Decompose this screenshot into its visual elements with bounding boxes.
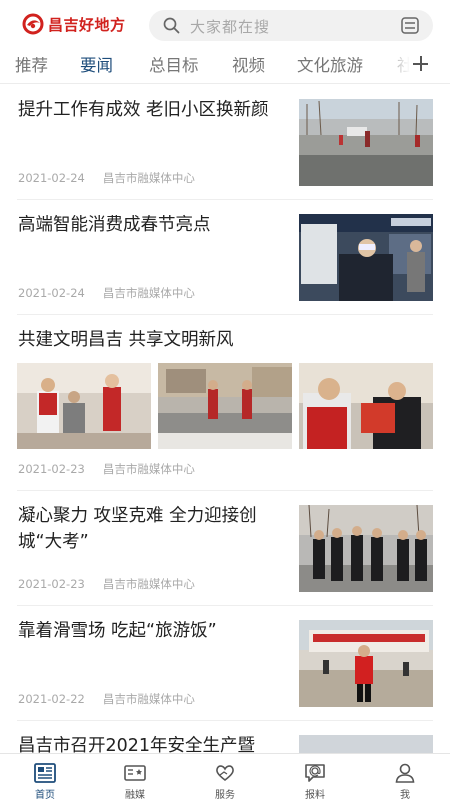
- nav-label: 首页: [35, 790, 55, 800]
- news-date: 2021-02-24: [18, 171, 85, 185]
- news-title[interactable]: 高端智能消费成春节亮点: [18, 212, 286, 238]
- news-item[interactable]: 昌吉市召开2021年安全生产暨: [17, 721, 433, 753]
- news-image[interactable]: [158, 363, 292, 449]
- tab-video[interactable]: 视频: [232, 52, 265, 76]
- news-title[interactable]: 提升工作有成效 老旧小区换新颜: [18, 97, 286, 123]
- meeting-image: [299, 735, 433, 753]
- news-item[interactable]: 靠着滑雪场 吃起“旅游饭” 2021-02-22 昌吉市融媒体中心: [17, 606, 433, 721]
- nav-label: 我: [400, 790, 410, 800]
- news-image[interactable]: [299, 363, 433, 449]
- user-icon: [395, 763, 415, 783]
- search-bar[interactable]: 大家都在搜: [149, 10, 433, 41]
- ski-resort-image: [299, 620, 433, 707]
- news-meta: 2021-02-24 昌吉市融媒体中心: [18, 170, 195, 186]
- volunteers-visit-image: [17, 363, 151, 449]
- logo-mark-icon: [22, 13, 44, 35]
- nav-label: 服务: [215, 790, 235, 800]
- app-logo[interactable]: 昌吉好地方: [22, 13, 126, 35]
- news-source: 昌吉市融媒体中心: [102, 577, 195, 591]
- news-item[interactable]: 凝心聚力 攻坚克难 全力迎接创城“大考” 2021-02-23 昌吉市融媒体中心: [17, 491, 433, 606]
- news-thumbnail[interactable]: [299, 99, 433, 186]
- news-date: 2021-02-23: [18, 577, 85, 591]
- search-icon: [163, 17, 180, 34]
- nav-media[interactable]: 融媒: [90, 754, 180, 800]
- news-item[interactable]: 高端智能消费成春节亮点 2021-02-24 昌吉市融媒体中心: [17, 200, 433, 315]
- tab-headlines[interactable]: 要闻: [80, 52, 113, 76]
- news-date: 2021-02-23: [18, 462, 85, 476]
- news-date: 2021-02-22: [18, 692, 85, 706]
- news-item[interactable]: 提升工作有成效 老旧小区换新颜 2021-02-24 昌吉市融媒体中心: [17, 85, 433, 200]
- newspaper-icon: [34, 763, 56, 783]
- officials-inspection-image: [299, 505, 433, 592]
- couplets-distribution-image: [299, 363, 433, 449]
- electronics-store-image: [299, 214, 433, 301]
- residential-street-image: [299, 99, 433, 186]
- nav-profile[interactable]: 我: [360, 754, 450, 800]
- news-source: 昌吉市融媒体中心: [102, 462, 195, 476]
- news-title[interactable]: 昌吉市召开2021年安全生产暨: [18, 733, 286, 753]
- app-root: 昌吉好地方 大家都在搜 推荐 要闻 总目标 视频 文化旅游 社 提升: [0, 0, 450, 800]
- news-title[interactable]: 共建文明昌吉 共享文明新风: [18, 327, 418, 353]
- news-thumbnail[interactable]: [299, 735, 433, 753]
- search-placeholder: 大家都在搜: [190, 18, 271, 36]
- news-image[interactable]: [17, 363, 151, 449]
- news-thumbnail[interactable]: [299, 214, 433, 301]
- nav-home[interactable]: 首页: [0, 754, 90, 800]
- heart-hands-icon: [216, 765, 234, 782]
- news-thumbnail[interactable]: [299, 620, 433, 707]
- scan-icon[interactable]: [401, 17, 419, 34]
- news-title[interactable]: 靠着滑雪场 吃起“旅游饭”: [18, 618, 286, 644]
- news-source: 昌吉市融媒体中心: [102, 286, 195, 300]
- news-meta: 2021-02-24 昌吉市融媒体中心: [18, 285, 195, 301]
- report-chat-icon: [305, 764, 325, 782]
- tab-overall-goal[interactable]: 总目标: [149, 52, 199, 76]
- street-snow-cleanup-image: [158, 363, 292, 449]
- nav-label: 融媒: [125, 790, 145, 800]
- news-feed[interactable]: 提升工作有成效 老旧小区换新颜 2021-02-24 昌吉市融媒体中心 高端智能…: [0, 85, 450, 753]
- tab-recommend[interactable]: 推荐: [15, 52, 48, 76]
- media-icon: [124, 765, 146, 781]
- nav-label: 报料: [305, 790, 325, 800]
- add-channel-button[interactable]: [410, 52, 432, 76]
- news-image-gallery: [17, 363, 433, 449]
- nav-services[interactable]: 服务: [180, 754, 270, 800]
- news-thumbnail[interactable]: [299, 505, 433, 592]
- tab-culture-tourism[interactable]: 文化旅游: [297, 52, 363, 76]
- news-meta: 2021-02-23 昌吉市融媒体中心: [18, 576, 195, 592]
- tab-fade-overlay: [380, 48, 410, 82]
- nav-report[interactable]: 报料: [270, 754, 360, 800]
- news-source: 昌吉市融媒体中心: [102, 171, 195, 185]
- news-item[interactable]: 共建文明昌吉 共享文明新风 2021-02-23 昌吉市融媒体中心: [17, 315, 433, 491]
- app-name: 昌吉好地方: [48, 15, 126, 34]
- top-header: 昌吉好地方 大家都在搜: [0, 0, 450, 48]
- bottom-navigation: 首页 融媒 服务 报料 我: [0, 753, 450, 800]
- news-date: 2021-02-24: [18, 286, 85, 300]
- category-tabs: 推荐 要闻 总目标 视频 文化旅游 社: [0, 48, 450, 84]
- news-meta: 2021-02-22 昌吉市融媒体中心: [18, 691, 195, 707]
- news-title[interactable]: 凝心聚力 攻坚克难 全力迎接创城“大考”: [18, 503, 286, 555]
- news-source: 昌吉市融媒体中心: [102, 692, 195, 706]
- news-meta: 2021-02-23 昌吉市融媒体中心: [18, 461, 195, 477]
